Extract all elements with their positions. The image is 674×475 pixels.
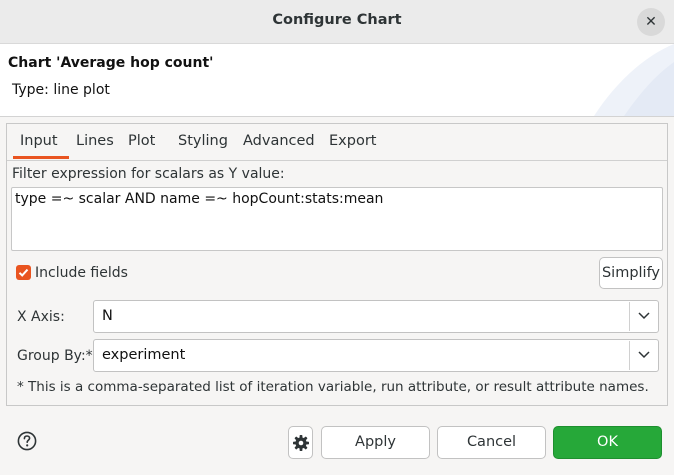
combo-separator bbox=[629, 341, 630, 370]
gear-icon bbox=[293, 435, 309, 451]
filter-label: Filter expression for scalars as Y value… bbox=[12, 166, 285, 182]
apply-button[interactable]: Apply bbox=[321, 426, 430, 459]
group-by-value: experiment bbox=[102, 347, 186, 363]
tab-plot[interactable]: Plot bbox=[128, 133, 155, 149]
combo-separator bbox=[629, 302, 630, 331]
chevron-down-icon bbox=[638, 312, 650, 320]
x-axis-value: N bbox=[102, 308, 113, 324]
x-axis-label: X Axis: bbox=[17, 309, 65, 325]
selected-tab-indicator bbox=[13, 156, 69, 159]
chart-banner: Chart 'Average hop count' Type: line plo… bbox=[0, 44, 674, 117]
tab-advanced[interactable]: Advanced bbox=[243, 133, 315, 149]
simplify-button[interactable]: Simplify bbox=[599, 257, 663, 289]
title-bar: Configure Chart ✕ bbox=[0, 0, 674, 44]
x-axis-combo[interactable]: N bbox=[93, 300, 659, 333]
include-fields-label: Include fields bbox=[35, 265, 128, 281]
filter-expression-input[interactable]: type =~ scalar AND name =~ hopCount:stat… bbox=[11, 187, 663, 251]
tab-lines[interactable]: Lines bbox=[76, 133, 114, 149]
group-by-label: Group By:* bbox=[17, 348, 93, 364]
chart-name: Chart 'Average hop count' bbox=[8, 55, 214, 71]
group-by-combo[interactable]: experiment bbox=[93, 339, 659, 372]
tab-bar: Input Lines Plot Styling Advanced Export bbox=[7, 124, 667, 161]
banner-decoration bbox=[594, 44, 674, 116]
ok-button[interactable]: OK bbox=[553, 426, 662, 459]
group-by-footnote: * This is a comma-separated list of iter… bbox=[17, 379, 649, 395]
help-icon[interactable] bbox=[17, 431, 37, 451]
tab-panel: Input Lines Plot Styling Advanced Export… bbox=[6, 123, 668, 406]
tab-export[interactable]: Export bbox=[329, 133, 376, 149]
checkmark-icon bbox=[18, 268, 29, 277]
chart-type: Type: line plot bbox=[12, 82, 110, 98]
close-icon[interactable]: ✕ bbox=[637, 8, 665, 36]
settings-button[interactable] bbox=[288, 426, 313, 459]
chevron-down-icon bbox=[638, 351, 650, 359]
tab-styling[interactable]: Styling bbox=[178, 133, 228, 149]
include-fields-checkbox[interactable] bbox=[16, 265, 31, 280]
cancel-button[interactable]: Cancel bbox=[437, 426, 546, 459]
filter-expression-value: type =~ scalar AND name =~ hopCount:stat… bbox=[15, 191, 384, 207]
tab-input[interactable]: Input bbox=[20, 133, 58, 149]
window-title: Configure Chart bbox=[272, 12, 402, 28]
